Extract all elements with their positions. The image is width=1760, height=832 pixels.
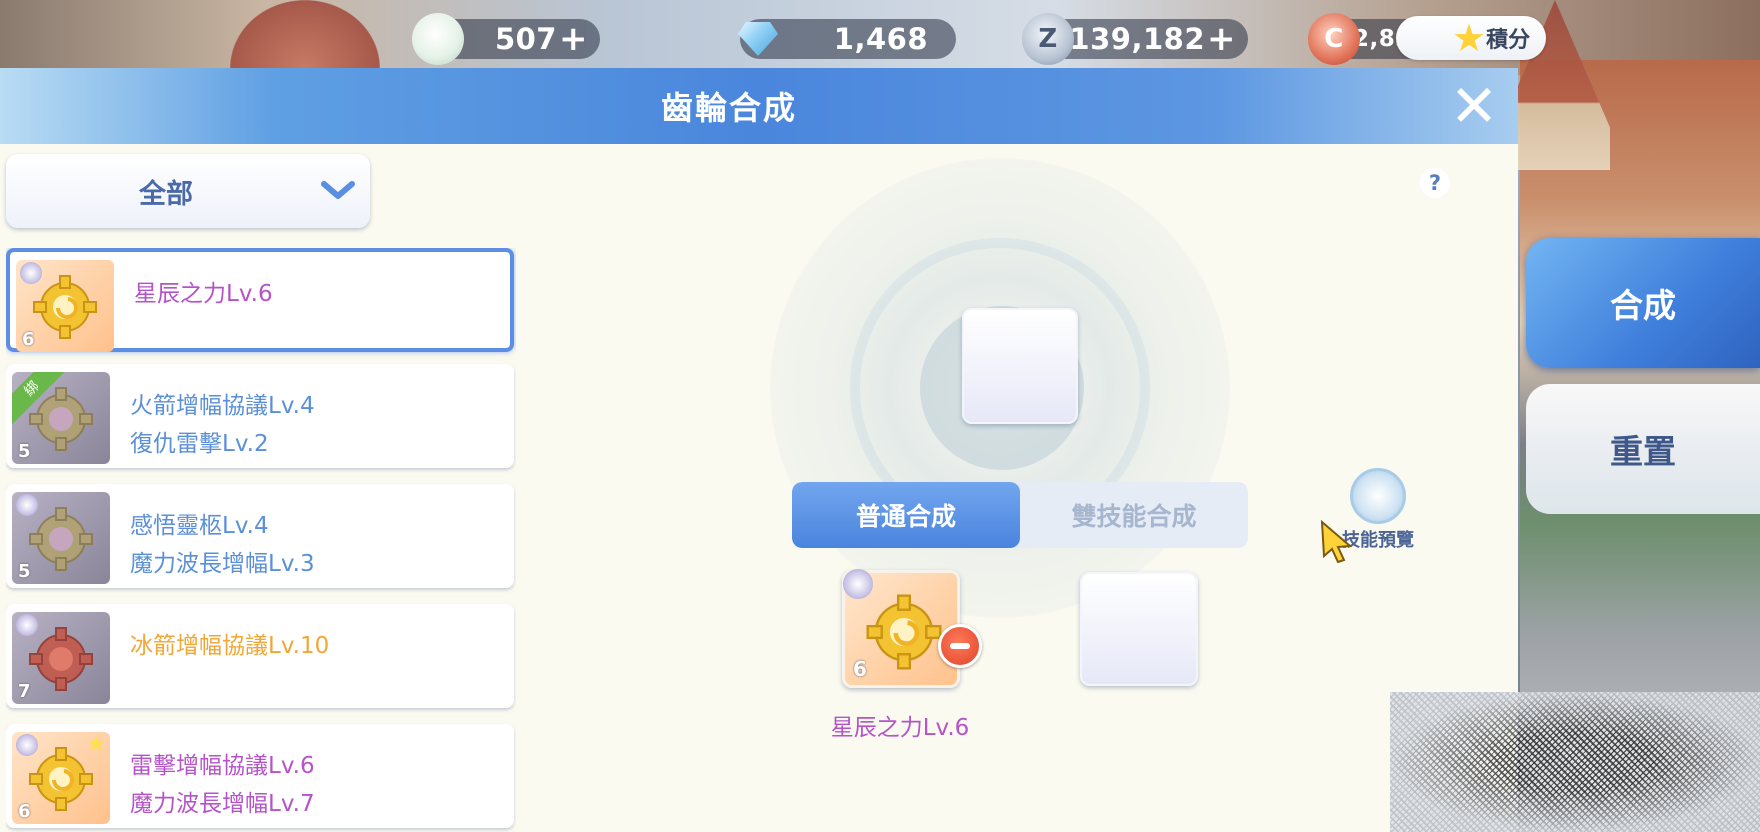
gear-skill-2: 魔力波長增幅Lv.7 (130, 791, 315, 817)
noise-overlay-fade (1390, 692, 1760, 832)
currency-zeny-value: 139,182 (1069, 22, 1205, 56)
page-title: 齒輪合成 (660, 89, 797, 127)
gear-level: 6 (18, 801, 31, 822)
score-button[interactable]: ★ 積分 (1396, 16, 1546, 60)
list-item[interactable]: ★ 6 雷擊增幅協議Lv.6 魔力波長增幅Lv.7 (6, 724, 514, 828)
currency-poring[interactable]: 507 + (412, 13, 600, 65)
gear-icon (29, 507, 93, 571)
gear-list: 6 星辰之力Lv.6 綁 5 火箭增幅協議Lv.4 復仇雷擊Lv.2 5 感悟靈… (6, 248, 516, 832)
add-poring-icon[interactable]: + (559, 22, 588, 56)
compose-button[interactable]: 合成 (1526, 238, 1760, 368)
currency-diamond: 1,468 (740, 19, 956, 59)
gear-skill-1: 星辰之力Lv.6 (134, 281, 273, 307)
chevron-down-icon (321, 181, 355, 199)
star-badge-icon: ★ (86, 732, 106, 757)
gear-thumbnail: ★ 6 (12, 732, 110, 824)
close-icon[interactable]: ✕ (1444, 76, 1504, 136)
score-label: 積分 (1486, 28, 1531, 53)
flower-badge-icon (20, 262, 42, 284)
star-icon: ★ (1452, 16, 1487, 60)
flower-badge-icon (16, 734, 38, 756)
gear-level: 7 (18, 681, 31, 702)
ingredient-name: 星辰之力Lv.6 (830, 715, 970, 741)
list-item[interactable]: 7 冰箭增幅協議Lv.10 (6, 604, 514, 708)
list-item[interactable]: 5 感悟靈柩Lv.4 魔力波長增幅Lv.3 (6, 484, 514, 588)
flower-badge-icon (16, 614, 38, 636)
gear-skill-1: 雷擊增幅協議Lv.6 (130, 753, 315, 779)
gear-thumbnail: 6 (16, 260, 114, 352)
gear-skill-2: 復仇雷擊Lv.2 (130, 431, 269, 457)
zeny-icon: Z (1022, 13, 1074, 65)
reset-button[interactable]: 重置 (1526, 384, 1760, 514)
currency-diamond-value: 1,468 (833, 22, 928, 56)
diamond-icon (732, 13, 784, 65)
gear-skill-2: 魔力波長增幅Lv.3 (130, 551, 315, 577)
add-zeny-icon[interactable]: + (1207, 22, 1236, 56)
gear-skill-1: 火箭增幅協議Lv.4 (130, 393, 315, 419)
gear-skill-1: 感悟靈柩Lv.4 (130, 513, 269, 539)
gear-level: 6 (22, 329, 35, 350)
background-dome (230, 0, 380, 68)
gear-icon (29, 627, 93, 691)
ingredient-slot-1[interactable]: 6 (842, 569, 960, 688)
tab-normal-synthesis[interactable]: 普通合成 (792, 482, 1020, 548)
ingredient-slot-2[interactable] (1080, 572, 1198, 686)
gear-thumbnail: 7 (12, 612, 110, 704)
gear-thumbnail: 5 (12, 492, 110, 584)
help-icon[interactable]: ? (1420, 168, 1450, 198)
gear-icon (866, 594, 942, 670)
coin-icon: C (1308, 13, 1360, 65)
gear-level: 5 (18, 441, 31, 462)
flower-badge-icon (843, 569, 873, 599)
poring-icon (412, 13, 464, 65)
magnifier-icon (1350, 468, 1406, 524)
tab-dual-skill-synthesis[interactable]: 雙技能合成 (1020, 482, 1248, 548)
filter-dropdown[interactable]: 全部 (6, 154, 370, 228)
remove-ingredient-icon[interactable] (938, 624, 982, 668)
filter-selected-value: 全部 (139, 178, 193, 210)
flower-badge-icon (16, 494, 38, 516)
result-slot[interactable] (962, 308, 1078, 424)
cursor-icon (1320, 520, 1353, 564)
gear-skill-1: 冰箭增幅協議Lv.10 (130, 633, 330, 659)
mode-switch: 普通合成 雙技能合成 (792, 482, 1248, 548)
gear-level: 5 (18, 561, 31, 582)
list-item[interactable]: 6 星辰之力Lv.6 (6, 248, 514, 352)
gear-synthesis-panel: 齒輪合成 ✕ 全部 6 星辰之力Lv.6 綁 5 火箭增幅協議Lv.4 復仇雷擊… (0, 68, 1518, 832)
list-item[interactable]: 綁 5 火箭增幅協議Lv.4 復仇雷擊Lv.2 (6, 364, 514, 468)
title-bar: 齒輪合成 ✕ (0, 68, 1518, 144)
ingredient-level: 6 (853, 657, 867, 681)
gear-thumbnail: 綁 5 (12, 372, 110, 464)
gear-icon (33, 275, 97, 339)
currency-zeny[interactable]: Z 139,182 + (1022, 13, 1248, 65)
currency-poring-value: 507 (494, 22, 557, 56)
